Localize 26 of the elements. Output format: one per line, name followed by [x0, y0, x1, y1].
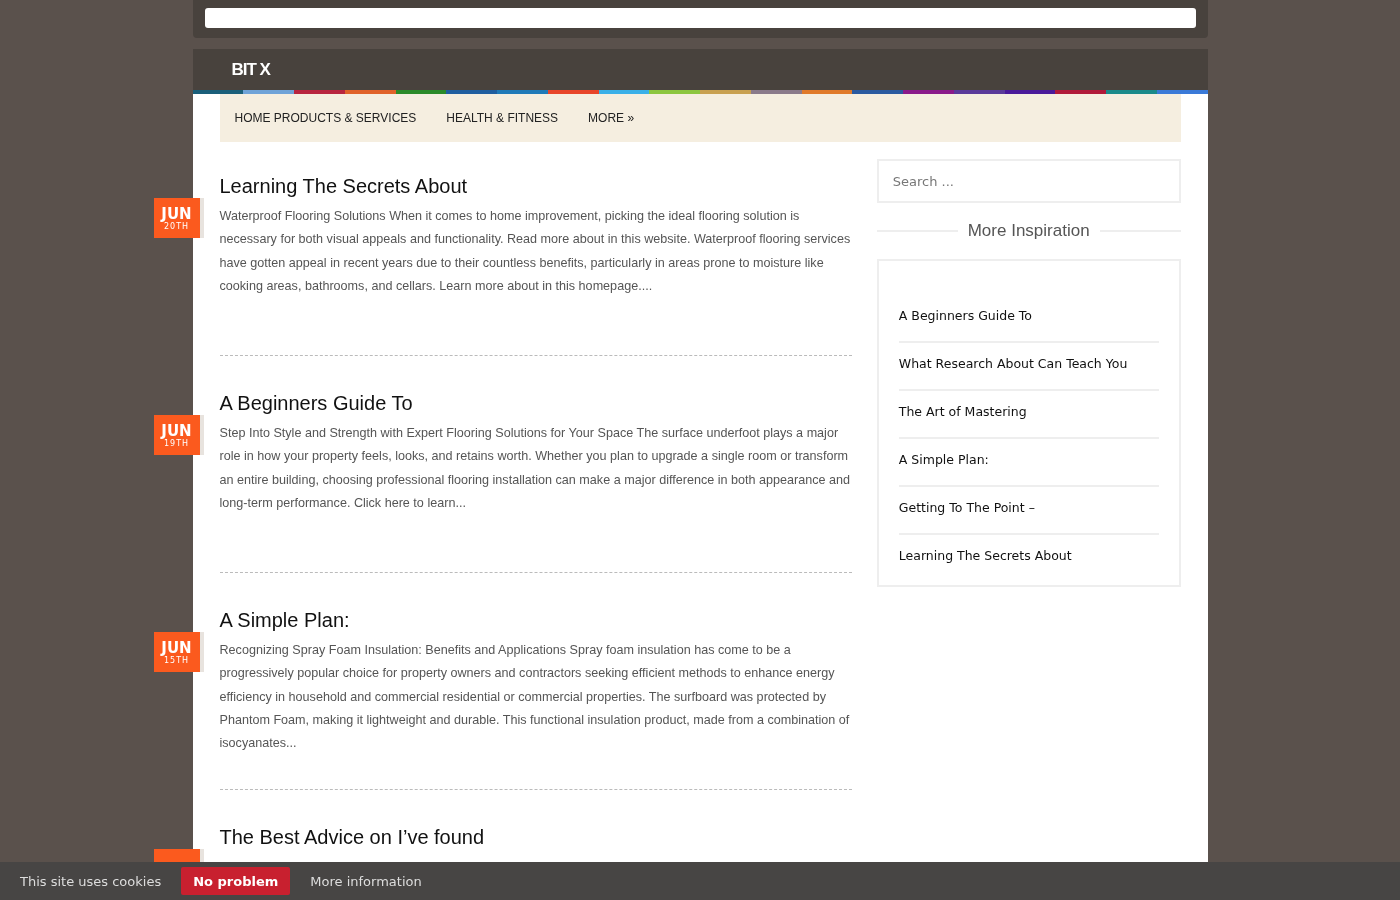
search-field[interactable]: Search ...	[876, 159, 1181, 203]
post-title[interactable]: A Beginners Guide To	[219, 392, 413, 414]
sidebar-link[interactable]: What Research About Can Teach You	[898, 343, 1159, 391]
sidebar-link[interactable]: The Art of Mastering	[898, 391, 1159, 439]
date-badge: JUN 15TH	[153, 632, 204, 672]
sidebar-link[interactable]: A Simple Plan:	[898, 439, 1159, 487]
sidebar-link[interactable]: A Beginners Guide To	[898, 295, 1159, 343]
date-badge: JUN 19TH	[153, 415, 204, 455]
widget-heading: More Inspiration	[967, 221, 1090, 241]
date-badge: JUN 20TH	[153, 198, 204, 238]
post-title[interactable]: A Simple Plan:	[219, 609, 350, 631]
cookie-text: This site uses cookies	[20, 873, 162, 889]
sidebar-link[interactable]: Getting To The Point –	[898, 487, 1159, 535]
nav-link[interactable]: HEALTH & FITNESS	[446, 111, 559, 125]
post-excerpt: Waterproof Flooring Solutions When it comes to home improvement, picking the ideal flooring solution is necessary for both visual appeals and functionality. Read more about in this website. Waterproof flooring services have gotten appeal in recent years due to their countless benefits, particularly in areas prone to moisture like cooking areas, bathrooms, and cellars. Learn more about in this homepage....	[219, 208, 852, 295]
site-logo[interactable]: BIT X	[231, 59, 270, 80]
post-excerpt: Recognizing Spray Foam Insulation: Benefits and Applications Spray foam insulation has come to be a progressively popular choice for property owners and contractors seeking efficient methods to enhance energy efficiency in household and commercial residential or commercial properties. The surfboard was protected by Phantom Foam, making it lightweight and durable. This functional insulation product, made from a combination of isocyanates...	[219, 642, 851, 753]
accept-button[interactable]: No problem	[181, 867, 291, 895]
nav-link[interactable]: MORE »	[588, 111, 635, 125]
more-info-link[interactable]: More information	[310, 873, 422, 889]
post-title[interactable]: Learning The Secrets About	[219, 175, 468, 197]
post-title[interactable]: The Best Advice on I’ve found	[219, 826, 485, 848]
sidebar-link[interactable]: Learning The Secrets About	[898, 535, 1159, 563]
nav-link[interactable]: HOME PRODUCTS & SERVICES	[234, 111, 417, 125]
top-bar-field[interactable]	[204, 8, 1196, 28]
post-excerpt: Step Into Style and Strength with Expert Flooring Solutions for Your Space The surface underfoot plays a major role in how your property feels, looks, and retains worth. Whether you plan to upgrade a single room or transform an entire building, choosing professional flooring installation can make a major difference in both appearance and long-term performance. Click here to learn...	[219, 425, 852, 512]
